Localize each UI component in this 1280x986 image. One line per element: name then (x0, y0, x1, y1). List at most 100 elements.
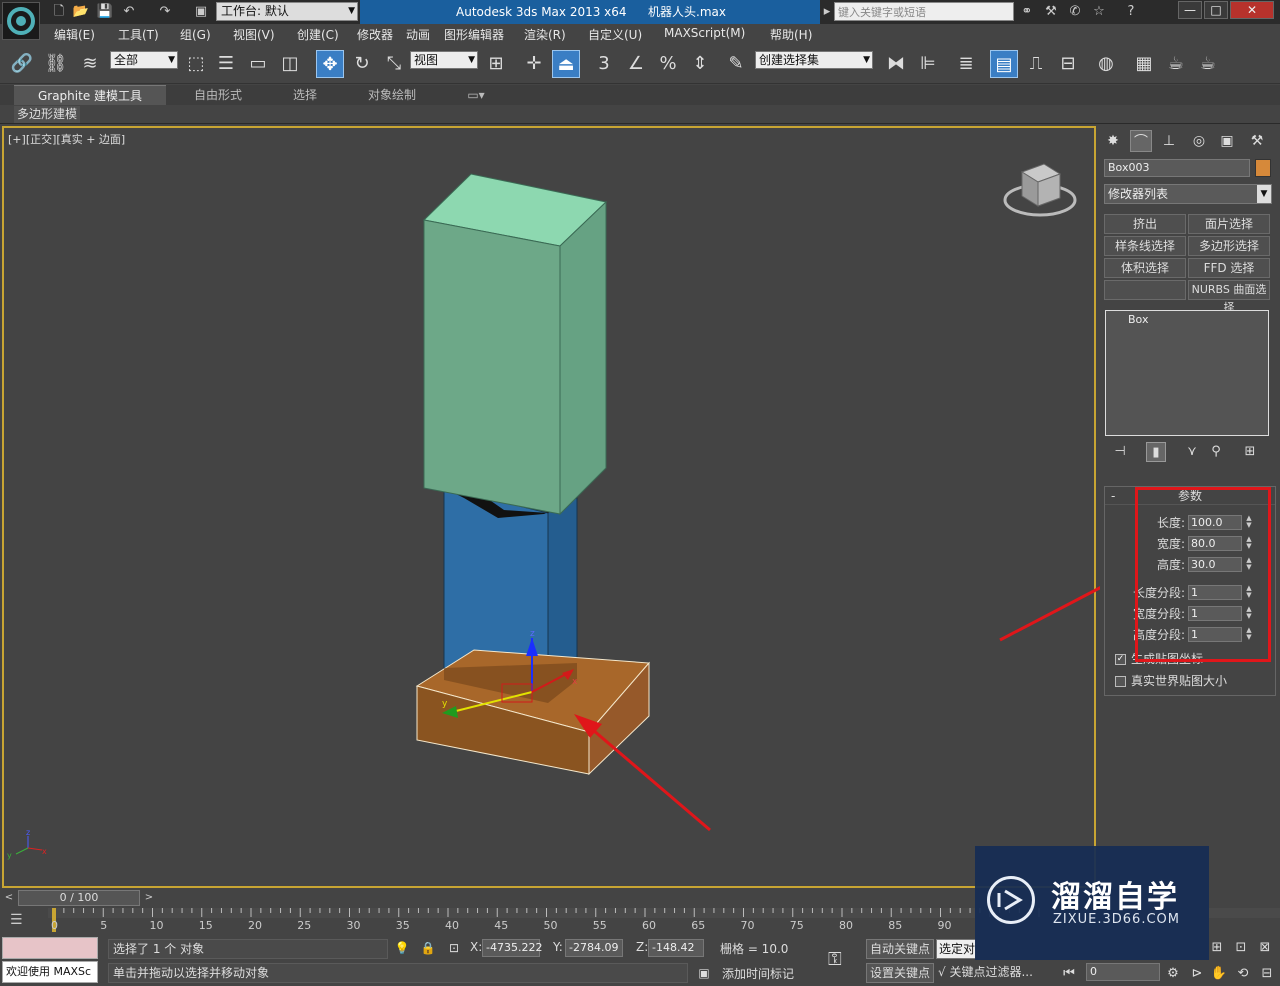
object-name-field[interactable]: Box003 (1104, 159, 1250, 177)
configure-sets-icon[interactable]: ⊞ (1240, 442, 1260, 462)
maximize-viewport-icon[interactable]: ⊟ (1258, 965, 1276, 983)
volume-select-button[interactable]: 体积选择 (1104, 258, 1186, 278)
menu-views[interactable]: 视图(V) (233, 26, 275, 43)
show-end-result-icon[interactable]: ▮ (1146, 442, 1166, 462)
set-key-button[interactable]: 设置关键点 (866, 963, 934, 983)
poly-select-button[interactable]: 多边形选择 (1188, 236, 1270, 256)
layer-manager-icon[interactable]: ≣ (952, 50, 980, 78)
select-and-rotate-icon[interactable]: ↻ (348, 50, 376, 78)
pivot-center-icon[interactable]: ⊞ (482, 50, 510, 78)
snaps-toggle-icon[interactable]: 3 (590, 50, 618, 78)
zoom-region-icon[interactable]: ⊠ (1256, 939, 1274, 957)
minimize-button[interactable]: — (1178, 1, 1202, 19)
z-coord-field[interactable]: -148.42 (648, 939, 704, 957)
manipulate-icon[interactable]: ✛ (520, 50, 548, 78)
next-frame-icon[interactable]: > (142, 891, 156, 905)
tab-object-paint[interactable]: 对象绘制 (350, 85, 434, 105)
menu-help[interactable]: 帮助(H) (770, 26, 812, 43)
ribbon-options-icon[interactable]: ▭▾ (462, 85, 490, 105)
selection-filter-dropdown[interactable]: 全部 ▼ (110, 51, 178, 69)
modifier-list-dropdown[interactable]: 修改器列表 ▼ (1104, 184, 1272, 204)
field-of-view-icon[interactable]: ⊳ (1188, 965, 1206, 983)
menu-animation[interactable]: 动画 (406, 26, 430, 43)
mirror-icon[interactable]: ⧓ (882, 50, 910, 78)
edit-named-selection-icon[interactable]: ✎ (722, 50, 750, 78)
named-selection-dropdown[interactable]: 创建选择集 ▼ (755, 51, 873, 69)
project-folder-icon[interactable]: ▣ (192, 3, 210, 21)
schematic-view-icon[interactable]: ⊟ (1054, 50, 1082, 78)
render-teapot-icon[interactable]: ☕ (1194, 50, 1222, 78)
link-icon[interactable]: 🔗 (8, 50, 36, 78)
pin-stack-icon[interactable]: ⊣ (1110, 442, 1130, 462)
redo-icon[interactable]: ↷ (156, 3, 174, 21)
viewport-shading-mode[interactable]: [真实 + 边面] (56, 133, 125, 146)
modifier-stack[interactable]: Box (1105, 310, 1269, 436)
object-color-swatch[interactable] (1255, 159, 1271, 177)
collapse-icon[interactable]: - (1111, 487, 1115, 505)
modify-tab-icon[interactable]: ⌒ (1130, 130, 1152, 152)
search-input[interactable]: 键入关键字或短语 (834, 2, 1014, 21)
angle-snap-icon[interactable]: ∠ (622, 50, 650, 78)
y-coord-field[interactable]: -2784.09 (565, 939, 623, 957)
extrude-button[interactable]: 挤出 (1104, 214, 1186, 234)
auto-key-button[interactable]: 自动关键点 (866, 939, 934, 959)
viewport-menu-plus[interactable]: [+] (8, 133, 26, 146)
select-and-move-icon[interactable]: ✥ (316, 50, 344, 78)
percent-snap-icon[interactable]: % (654, 50, 682, 78)
app-logo[interactable] (2, 2, 40, 40)
maxscript-mini-listener[interactable]: 欢迎使用 MAXSc (2, 961, 98, 983)
save-file-icon[interactable]: 💾 (96, 3, 114, 21)
menu-customize[interactable]: 自定义(U) (588, 26, 642, 43)
stack-item-box[interactable]: Box (1108, 313, 1266, 327)
utilities-tab-icon[interactable]: ⚒ (1246, 130, 1268, 152)
bind-spacewarp-icon[interactable]: ≋ (76, 50, 104, 78)
create-tab-icon[interactable]: ✸ (1102, 130, 1124, 152)
previous-frame-icon[interactable]: < (2, 891, 16, 905)
close-button[interactable]: ✕ (1230, 1, 1274, 19)
x-coord-field[interactable]: -4735.222 (482, 939, 542, 957)
viewport-view-name[interactable]: [正交] (26, 133, 57, 146)
tab-freeform[interactable]: 自由形式 (176, 85, 260, 105)
real-world-map-size-checkbox[interactable]: 真实世界贴图大小 (1115, 673, 1275, 689)
absolute-mode-icon[interactable]: ⊡ (446, 940, 462, 956)
empty-checkbox-icon[interactable] (1115, 676, 1126, 687)
empty-modifier-button[interactable] (1104, 280, 1186, 300)
viewcube-icon[interactable] (1003, 163, 1077, 217)
communication-icon[interactable]: ✆ (1066, 3, 1084, 21)
window-crossing-icon[interactable]: ◫ (276, 50, 304, 78)
maxscript-listener[interactable] (2, 937, 98, 959)
time-slider-handle[interactable]: 0 / 100 (18, 890, 140, 906)
binoculars-icon[interactable]: ⚭ (1018, 3, 1036, 21)
mini-curve-editor-icon[interactable]: ☰ (10, 912, 23, 928)
unlink-icon[interactable]: ⛓ (42, 50, 70, 78)
top-box[interactable] (422, 173, 608, 516)
make-unique-icon[interactable]: ⋎ (1182, 442, 1202, 462)
open-file-icon[interactable]: 📂 (72, 3, 90, 21)
rectangular-selection-icon[interactable]: ▭ (244, 50, 272, 78)
favorites-icon[interactable]: ☆ (1090, 3, 1108, 21)
rendered-frame-icon[interactable]: ☕ (1162, 50, 1190, 78)
tab-polygon-modeling[interactable]: 多边形建模 (14, 106, 81, 123)
menu-maxscript[interactable]: MAXScript(M) (664, 26, 745, 40)
orbit-icon[interactable]: ⟲ (1234, 965, 1252, 983)
checkmark-icon[interactable]: ✓ (1115, 654, 1126, 665)
undo-icon[interactable]: ↶ (120, 3, 138, 21)
reference-coord-dropdown[interactable]: 视图 ▼ (410, 51, 478, 69)
workspace-dropdown[interactable]: 工作台: 默认 ▼ (216, 2, 358, 21)
nurbs-surface-select-button[interactable]: NURBS 曲面选择 (1188, 280, 1270, 314)
render-setup-icon[interactable]: ▦ (1130, 50, 1158, 78)
new-file-icon[interactable]: 🗋 (50, 3, 68, 21)
motion-tab-icon[interactable]: ◎ (1188, 130, 1210, 152)
menu-edit[interactable]: 编辑(E) (54, 26, 95, 43)
key-filters-button[interactable]: √ 关键点过滤器... (938, 963, 1048, 983)
select-by-name-icon[interactable]: ☰ (212, 50, 240, 78)
pan-view-icon[interactable]: ✋ (1210, 965, 1228, 983)
viewport-label[interactable]: [+][正交][真实 + 边面] (8, 131, 125, 147)
add-time-tag[interactable]: 添加时间标记 (722, 965, 794, 982)
spline-select-button[interactable]: 样条线选择 (1104, 236, 1186, 256)
menu-group[interactable]: 组(G) (180, 26, 211, 43)
key-set-dropdown[interactable]: 选定对象 (936, 939, 976, 959)
menu-tools[interactable]: 工具(T) (118, 26, 159, 43)
zoom-extents-icon[interactable]: ⊡ (1232, 939, 1250, 957)
subscription-icon[interactable]: ⚒ (1042, 3, 1060, 21)
